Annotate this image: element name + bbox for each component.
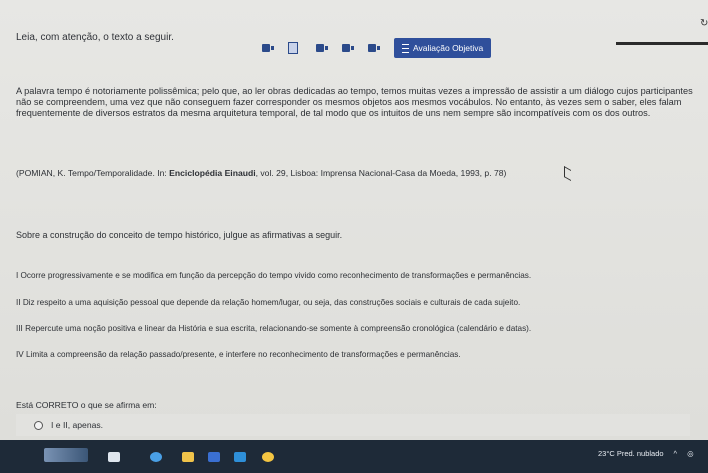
statement-item: II Diz respeito a uma aquisição pessoal … <box>16 298 521 307</box>
statement-item: IV Limita a compreensão da relação passa… <box>16 350 461 359</box>
question-toolbar: Avaliação Objetiva <box>262 38 492 58</box>
answer-option-a[interactable]: I e II, apenas. <box>16 414 690 436</box>
citation-title: Enciclopédia Einaudi <box>169 168 256 178</box>
statement-item: III Repercute uma noção positiva e linea… <box>16 324 532 333</box>
question-stem: Está CORRETO o que se afirma em: <box>16 400 157 410</box>
passage-text: A palavra tempo é notoriamente polissêmi… <box>16 86 693 118</box>
task-view-icon[interactable] <box>108 451 120 462</box>
list-icon <box>402 43 409 53</box>
video-icon[interactable] <box>342 44 354 52</box>
radio-button[interactable] <box>34 420 43 430</box>
tray-chevron-icon[interactable]: ^ <box>674 449 678 458</box>
intro-text: Leia, com atenção, o texto a seguir. <box>16 32 174 43</box>
system-tray: 23°C Pred. nublado ^ ◎ <box>598 449 694 458</box>
weather-widget-icon[interactable] <box>44 448 88 462</box>
tab-avaliacao-objetiva[interactable]: Avaliação Objetiva <box>394 38 492 58</box>
option-label: I e II, apenas. <box>51 420 104 430</box>
question-prompt: Sobre a construção do conceito de tempo … <box>16 230 343 240</box>
citation-suffix: , vol. 29, Lisboa: Imprensa Nacional-Cas… <box>255 168 507 178</box>
progress-bar <box>616 42 708 45</box>
exam-page: Leia, com atenção, o texto a seguir. Ava… <box>0 0 708 440</box>
citation-prefix: (POMIAN, K. Tempo/Temporalidade. In: <box>16 168 170 178</box>
video-icon[interactable] <box>262 44 274 52</box>
file-explorer-icon[interactable] <box>182 451 194 462</box>
calendar-icon[interactable] <box>208 451 220 462</box>
document-icon[interactable] <box>288 42 298 54</box>
citation: (POMIAN, K. Tempo/Temporalidade. In: Enc… <box>16 168 696 179</box>
video-icon[interactable] <box>368 44 380 52</box>
chrome-icon[interactable] <box>262 451 274 462</box>
network-icon[interactable]: ◎ <box>687 449 694 458</box>
teams-icon[interactable] <box>234 451 246 462</box>
statement-item: I Ocorre progressivamente e se modifica … <box>16 271 532 280</box>
edge-icon[interactable] <box>150 451 162 462</box>
tab-label: Avaliação Objetiva <box>413 43 484 53</box>
weather-text[interactable]: 23°C Pred. nublado <box>598 449 664 458</box>
refresh-icon[interactable]: ↻ <box>700 18 708 29</box>
video-icon[interactable] <box>316 44 328 52</box>
